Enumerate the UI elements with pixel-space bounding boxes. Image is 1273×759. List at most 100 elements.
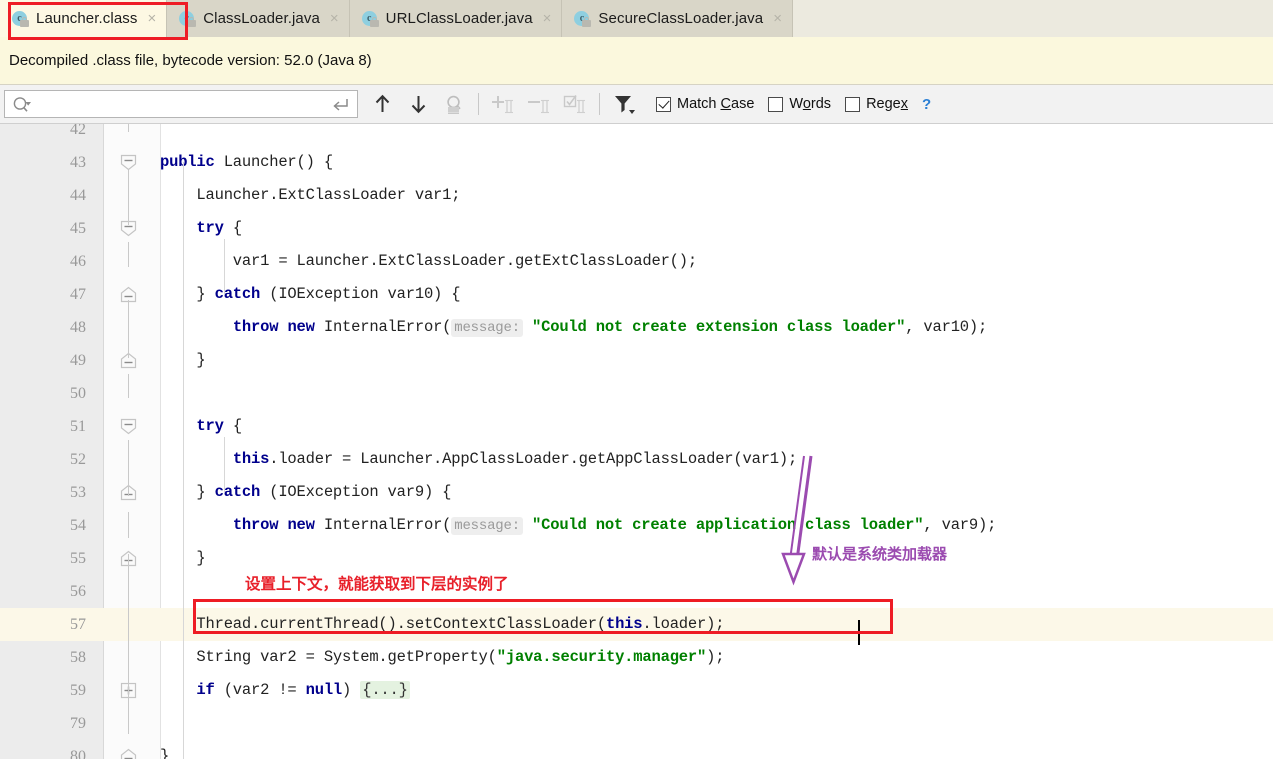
fold-spine: [128, 374, 129, 398]
code-line[interactable]: 49 }: [0, 344, 1273, 377]
code-line[interactable]: 79: [0, 707, 1273, 740]
decompiled-notice-bar: Decompiled .class file, bytecode version…: [0, 37, 1273, 85]
code-line-text: this.loader = Launcher.AppClassLoader.ge…: [232, 450, 798, 468]
red-annotation-note: 设置上下文，就能获取到下层的实例了: [245, 575, 509, 593]
words-label: Words: [789, 96, 832, 112]
search-help-link[interactable]: ?: [922, 96, 931, 113]
code-line[interactable]: 55 }: [0, 542, 1273, 575]
search-field[interactable]: [4, 90, 358, 118]
regex-label: Regex: [866, 96, 908, 112]
filter-button[interactable]: [609, 89, 639, 119]
code-line[interactable]: 59 if (var2 != null) {...}: [0, 674, 1273, 707]
code-line[interactable]: 45 try {: [0, 212, 1273, 245]
text-caret: [858, 620, 860, 645]
match-case-label: Match Case: [677, 96, 755, 112]
fold-spine: [128, 512, 129, 538]
line-number: 59: [70, 682, 86, 699]
search-input[interactable]: [35, 90, 319, 118]
code-line[interactable]: 58 String var2 = System.getProperty("jav…: [0, 641, 1273, 674]
code-line-text: } catch (IOException var9) {: [160, 483, 452, 501]
fold-spine: [128, 170, 129, 225]
fold-collapse-icon[interactable]: [120, 748, 137, 759]
match-case-checkbox-box[interactable]: [656, 96, 671, 112]
close-icon[interactable]: ×: [147, 11, 156, 26]
code-line-text: var1 = Launcher.ExtClassLoader.getExtCla…: [160, 252, 697, 270]
code-line[interactable]: 52 this.loader = Launcher.AppClassLoader…: [0, 443, 1273, 476]
code-line[interactable]: 48 throw new InternalError(message: "Cou…: [0, 311, 1273, 344]
decompiled-notice-text: Decompiled .class file, bytecode version…: [9, 52, 372, 69]
code-line[interactable]: 47 } catch (IOException var10) {: [0, 278, 1273, 311]
fold-spine: [128, 124, 129, 132]
code-line[interactable]: 46 var1 = Launcher.ExtClassLoader.getExt…: [0, 245, 1273, 278]
find-in-selection-button[interactable]: [439, 89, 469, 119]
code-line-text: Thread.currentThread().setContextClassLo…: [160, 615, 725, 633]
line-number: 57: [70, 616, 86, 633]
line-number: 50: [70, 385, 86, 402]
code-line-text: throw new InternalError(message: "Could …: [232, 318, 988, 337]
java-class-file-icon: c: [179, 10, 197, 28]
remove-caret-button[interactable]: [524, 89, 554, 119]
editor-tab-label: Launcher.class: [36, 10, 138, 27]
select-all-occurrences-button[interactable]: [560, 89, 590, 119]
code-editor-area[interactable]: 42 43 public Launcher() { 44 Launcher.ExtCl…: [0, 124, 1273, 759]
line-number: 43: [70, 154, 86, 171]
code-line[interactable]: 51 try {: [0, 410, 1273, 443]
fold-collapse-icon[interactable]: [120, 154, 137, 171]
code-line[interactable]: 57 Thread.currentThread().setContextClas…: [0, 608, 1273, 641]
code-line[interactable]: 56: [0, 575, 1273, 608]
code-line-text: } catch (IOException var10) {: [160, 285, 461, 303]
indent-guide: [183, 162, 184, 759]
editor-tab-bar: c Launcher.class × c ClassLoader.java × c URLCl…: [0, 0, 1273, 37]
line-number: 51: [70, 418, 86, 435]
java-class-file-icon: c: [12, 10, 30, 28]
find-previous-button[interactable]: [367, 89, 397, 119]
line-number: 47: [70, 286, 86, 303]
enter-arrow-icon[interactable]: [331, 97, 349, 113]
code-line[interactable]: 80}: [0, 740, 1273, 759]
fold-spine: [128, 440, 129, 496]
line-number: 44: [70, 187, 86, 204]
toolbar-divider-2: [599, 93, 600, 115]
toolbar-divider-1: [478, 93, 479, 115]
line-number: 42: [70, 124, 86, 138]
code-line[interactable]: 42: [0, 124, 1273, 146]
line-number: 46: [70, 253, 86, 270]
regex-checkbox-box[interactable]: [845, 96, 861, 112]
code-line-text: try {: [196, 219, 242, 237]
words-checkbox-box[interactable]: [768, 96, 784, 112]
code-line-text: try {: [196, 417, 242, 435]
add-caret-next-button[interactable]: [488, 89, 518, 119]
search-icon[interactable]: [12, 96, 32, 114]
code-line[interactable]: 53 } catch (IOException var9) {: [0, 476, 1273, 509]
line-number: 80: [70, 748, 86, 759]
close-icon[interactable]: ×: [543, 11, 552, 26]
editor-tab-label: SecureClassLoader.java: [598, 10, 764, 27]
code-line[interactable]: 44 Launcher.ExtClassLoader var1;: [0, 179, 1273, 212]
close-icon[interactable]: ×: [330, 11, 339, 26]
code-line[interactable]: 43 public Launcher() {: [0, 146, 1273, 179]
editor-tab-1[interactable]: c ClassLoader.java ×: [167, 0, 350, 37]
fold-spine: [128, 242, 129, 267]
fold-collapse-icon[interactable]: [120, 418, 137, 435]
fold-spine: [128, 554, 129, 734]
editor-tab-3[interactable]: c SecureClassLoader.java ×: [562, 0, 793, 37]
find-next-button[interactable]: [403, 89, 433, 119]
line-number: 55: [70, 550, 86, 567]
line-number: 79: [70, 715, 86, 732]
line-number: 56: [70, 583, 86, 600]
code-line-text: }: [160, 747, 170, 759]
ide-editor-window: c Launcher.class × c ClassLoader.java × c URLCl…: [0, 0, 1273, 759]
regex-checkbox[interactable]: Regex: [845, 96, 908, 112]
editor-tab-0[interactable]: c Launcher.class ×: [0, 0, 168, 37]
line-number: 53: [70, 484, 86, 501]
words-checkbox[interactable]: Words: [768, 96, 831, 112]
purple-annotation-arrow: [781, 455, 813, 586]
code-line-text: String var2 = System.getProperty("java.s…: [160, 648, 725, 666]
code-line[interactable]: 50: [0, 377, 1273, 410]
indent-guide: [224, 239, 225, 294]
code-line-text: public Launcher() {: [160, 153, 333, 171]
match-case-checkbox[interactable]: Match Case: [656, 96, 754, 112]
editor-tab-2[interactable]: c URLClassLoader.java ×: [349, 0, 563, 37]
close-icon[interactable]: ×: [773, 11, 782, 26]
code-line[interactable]: 54 throw new InternalError(message: "Cou…: [0, 509, 1273, 542]
